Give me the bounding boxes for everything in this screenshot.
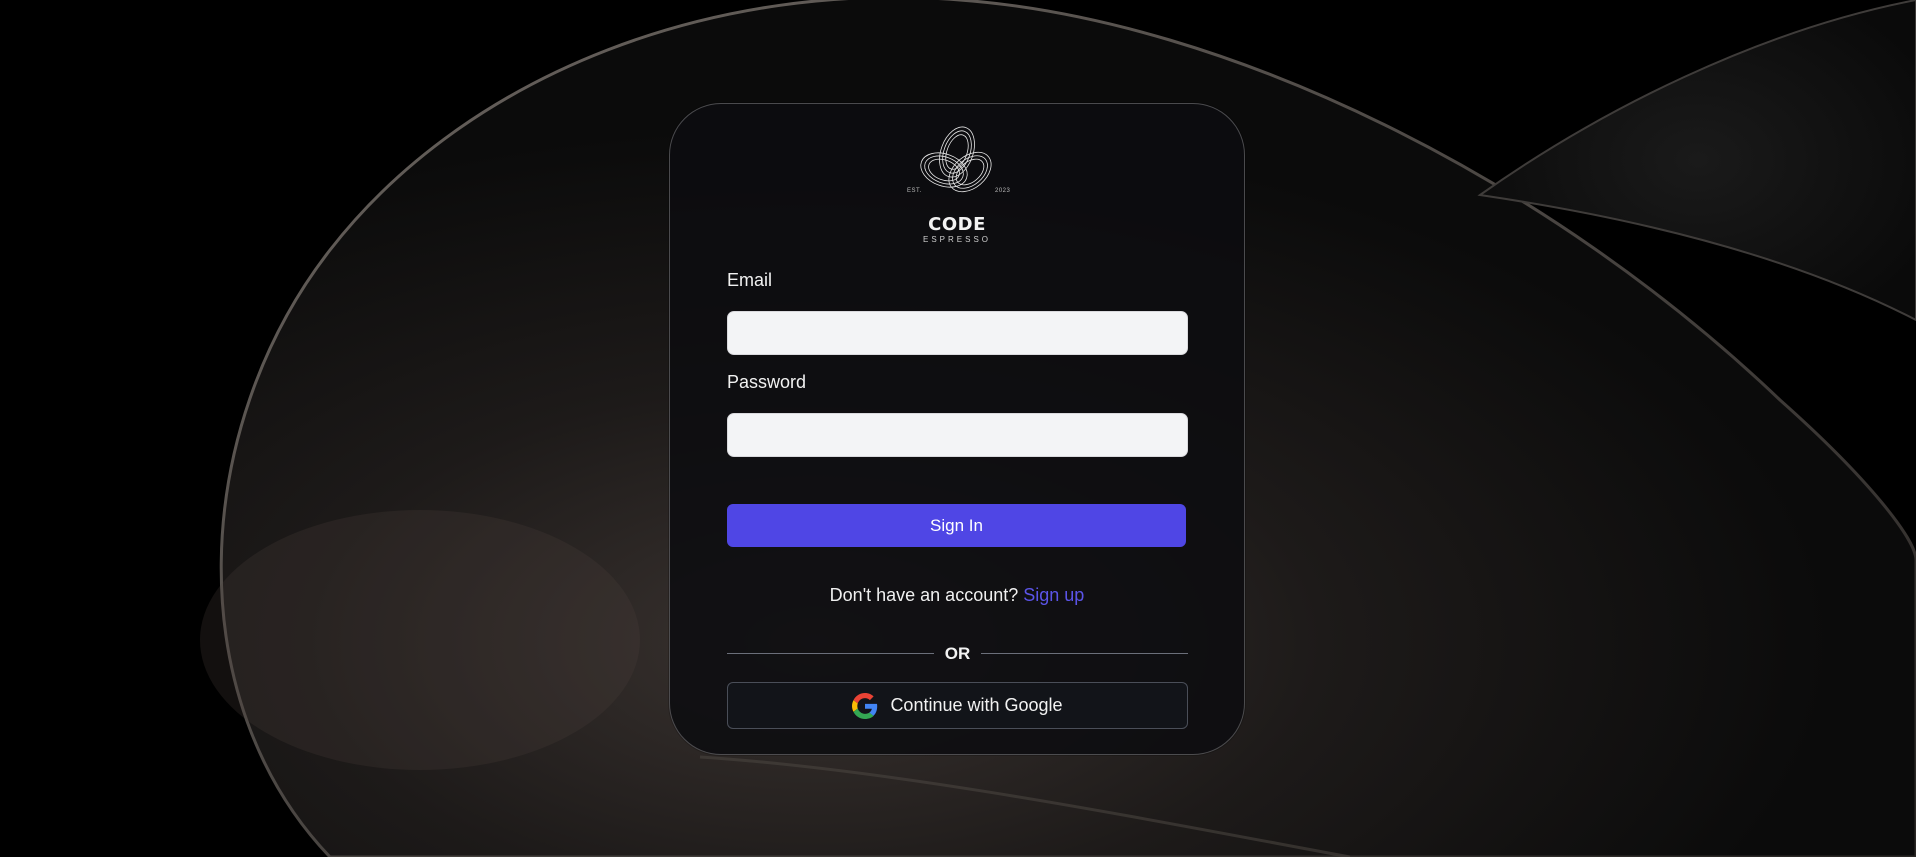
logo-name: CODE bbox=[928, 214, 986, 235]
logo-mark-icon bbox=[920, 126, 992, 193]
logo-est-text: EST. bbox=[907, 188, 922, 194]
sign-up-link[interactable]: Sign up bbox=[1023, 585, 1084, 605]
brand-logo: EST. 2023 CODE ESPRESSO bbox=[670, 122, 1244, 244]
signup-prompt: Don't have an account? Sign up bbox=[670, 585, 1244, 606]
signin-card: EST. 2023 CODE ESPRESSO Email Password S… bbox=[669, 103, 1245, 755]
email-field[interactable] bbox=[727, 311, 1188, 355]
or-divider: OR bbox=[727, 644, 1188, 664]
email-label: Email bbox=[727, 270, 773, 290]
google-icon bbox=[852, 692, 878, 719]
divider-line-right bbox=[981, 653, 1188, 654]
signup-prompt-text: Don't have an account? bbox=[829, 585, 1019, 605]
password-label: Password bbox=[727, 372, 807, 392]
continue-with-google-button[interactable]: Continue with Google bbox=[727, 682, 1188, 729]
sign-in-button[interactable]: Sign In bbox=[727, 504, 1186, 547]
logo-year-text: 2023 bbox=[995, 188, 1011, 194]
password-field[interactable] bbox=[727, 413, 1188, 457]
page: EST. 2023 CODE ESPRESSO Email Password S… bbox=[0, 0, 1916, 857]
or-text: OR bbox=[944, 644, 971, 663]
google-button-label: Continue with Google bbox=[890, 695, 1063, 715]
logo-tagline: ESPRESSO bbox=[922, 235, 991, 244]
